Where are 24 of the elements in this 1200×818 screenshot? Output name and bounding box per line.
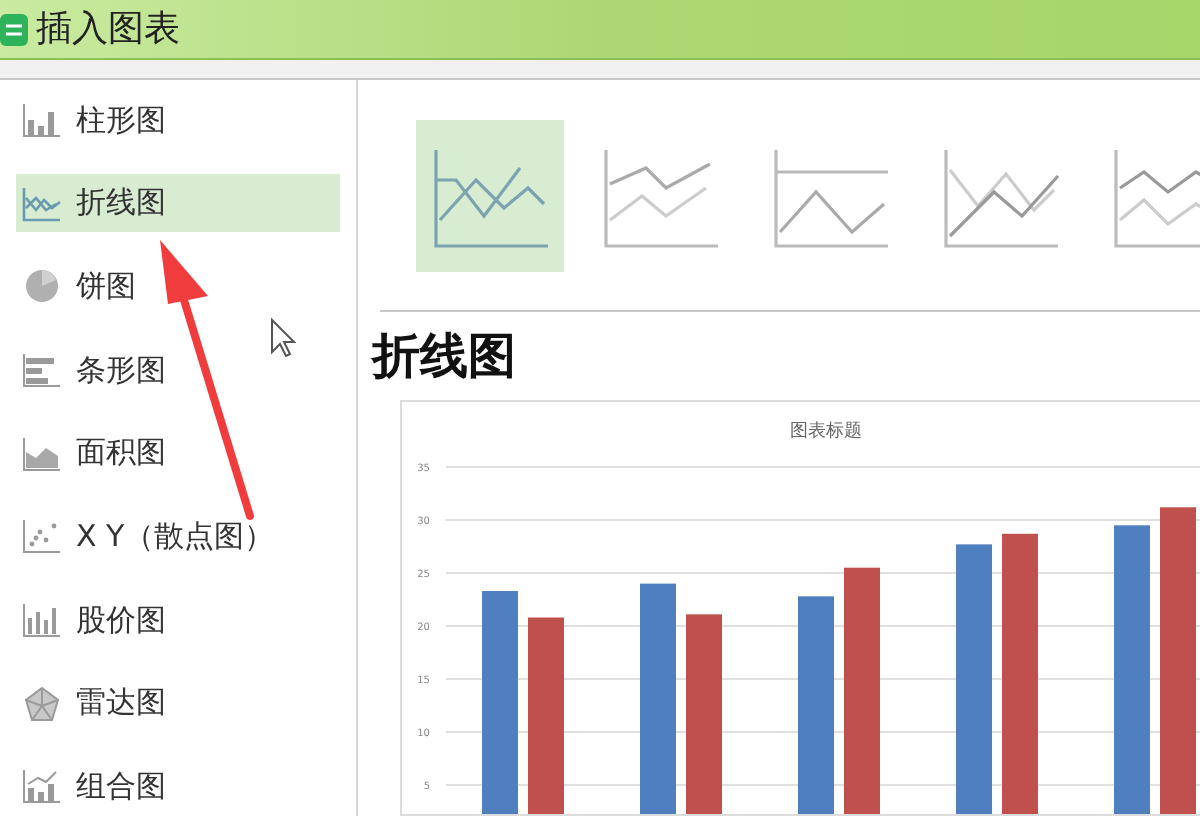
preview-heading: 折线图 [372,324,518,388]
stock-chart-icon [20,599,64,640]
line-chart-subtype[interactable] [416,120,564,272]
chart-type-item[interactable]: 折线图 [16,173,340,233]
chart-type-item[interactable]: 股价图 [16,590,340,650]
chart-title: 图表标题 [790,422,862,442]
bar-chart-icon [20,349,64,390]
chart-type-item[interactable]: 饼图 [16,256,340,317]
window-title: 插入图表 [36,6,180,54]
combo-chart-icon [20,766,64,807]
app-logo-icon [0,13,28,45]
line-chart-icon [20,183,64,223]
scatter-chart-icon [20,516,64,557]
column-chart-icon [20,99,64,140]
pie-chart-icon [20,266,64,307]
chart-type-item[interactable]: 雷达图 [16,673,340,733]
chart-type-item[interactable]: 组合图 [16,756,340,817]
chart-type-item[interactable]: 柱形图 [16,90,340,150]
chart-type-item[interactable]: 面积图 [16,423,340,483]
radar-chart-icon [20,683,64,724]
mouse-cursor-icon [271,317,297,358]
chart-type-item[interactable]: X Y（散点图） [16,506,340,567]
chart-type-item[interactable]: 条形图 [16,340,340,400]
area-chart-icon [20,433,64,474]
